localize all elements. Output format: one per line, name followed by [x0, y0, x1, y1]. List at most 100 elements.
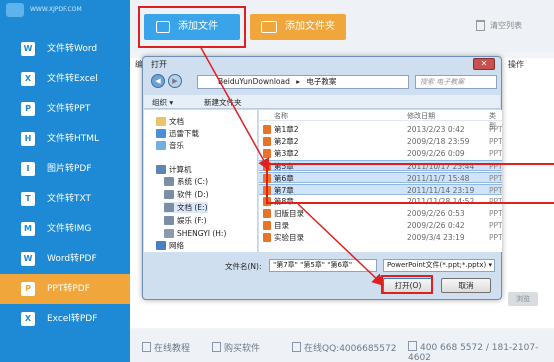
sidebar-item[interactable]: P PPT转PDF [0, 274, 130, 304]
nav-item-label: 文档 [169, 117, 184, 126]
brand-url: WWW.XJPDF.COM [30, 6, 82, 13]
clear-list-button[interactable]: 清空列表 [476, 20, 522, 31]
sidebar-item[interactable]: P 文件转PPT [0, 94, 130, 124]
powerpoint-file-icon [263, 149, 271, 158]
qq-icon [292, 342, 301, 352]
back-button[interactable]: ◀ [151, 74, 165, 88]
file-row[interactable]: 第1章2 2013/2/23 0:42 PPT [259, 124, 502, 135]
sidebar-item-label: 文件转TXT [47, 194, 92, 204]
sidebar-item[interactable]: I 图片转PDF [0, 154, 130, 184]
file-date: 2013/2/23 0:42 [407, 125, 465, 134]
file-type: PPT [489, 149, 502, 158]
powerpoint-file-icon [263, 125, 271, 134]
nav-item-label: 软件 (D:) [177, 190, 209, 199]
file-name: 第2章2 [274, 137, 299, 146]
sidebar-item-label: 文件转Word [47, 44, 98, 54]
sidebar-item[interactable]: X 文件转Excel [0, 64, 130, 94]
column-date[interactable]: 修改日期 [407, 111, 435, 121]
nav-item[interactable]: 网络 [156, 240, 184, 251]
nav-item[interactable]: 娱乐 (F:) [164, 215, 207, 226]
file-row[interactable]: 目录 2009/2/26 0:42 PPT [259, 220, 502, 231]
sidebar-item[interactable]: X Excel转PDF [0, 304, 130, 334]
nav-item[interactable]: 计算机 [156, 164, 192, 175]
file-list-header: 名称 修改日期 类型 [259, 110, 502, 130]
path-segment[interactable]: 电子教案 [306, 77, 336, 86]
nav-item-label: 计算机 [169, 165, 192, 174]
path-segment[interactable]: BeiduYunDownload [218, 77, 290, 86]
sidebar-item[interactable]: M 文件转IMG [0, 214, 130, 244]
sidebar-item[interactable]: T 文件转TXT [0, 184, 130, 214]
search-input[interactable]: 搜索 电子教案 [415, 75, 497, 89]
dialog-close-button[interactable]: ✕ [473, 58, 495, 70]
folder-icon [261, 21, 277, 33]
file-type-select[interactable]: PowerPoint文件(*.ppt;*.pptx) ▾ [383, 259, 495, 272]
tutorial-link[interactable]: 在线教程 [142, 341, 190, 354]
sidebar-item-label: 文件转IMG [47, 224, 92, 234]
nav-item[interactable]: 文档 [156, 116, 184, 127]
file-row[interactable]: 第3章2 2009/2/26 0:09 PPT [259, 148, 502, 159]
sidebar-item[interactable]: W 文件转Word [0, 34, 130, 64]
buy-link[interactable]: 购买软件 [212, 341, 260, 354]
document-type-icon: H [21, 132, 35, 146]
file-row[interactable]: 旧版目录 2009/2/26 0:53 PPT [259, 208, 502, 219]
download-icon [156, 129, 166, 138]
new-folder-button[interactable]: 新建文件夹 [204, 97, 242, 108]
nav-item-label: 音乐 [169, 141, 184, 150]
dialog-toolbar: 组织 ▾ 新建文件夹 [144, 95, 500, 109]
nav-item[interactable]: SHENGYI (H:) [164, 228, 226, 239]
organize-menu[interactable]: 组织 ▾ [152, 97, 173, 108]
computer-icon [156, 165, 166, 174]
file-type: PPT [489, 221, 502, 230]
nav-item-label: 文档 (E:) [177, 203, 208, 212]
sidebar: WWW.XJPDF.COM W 文件转Word X 文件转Excel P 文件转PPT H 文… [0, 0, 130, 362]
selected-files-highlight [266, 163, 554, 204]
sidebar-item-label: 文件转Excel [47, 74, 98, 84]
phone-icon [408, 341, 417, 351]
file-row[interactable]: 实验目录 2009/3/4 23:19 PPT [259, 232, 502, 243]
nav-item[interactable]: 系统 (C:) [164, 176, 208, 187]
drive-icon [164, 190, 174, 199]
nav-item-label: 迅雷下载 [169, 129, 199, 138]
browse-button[interactable]: 浏览 [508, 292, 538, 306]
sidebar-item-label: 文件转HTML [47, 134, 100, 144]
sidebar-item[interactable]: W Word转PDF [0, 244, 130, 274]
document-type-icon: P [21, 102, 35, 116]
file-name: 旧版目录 [274, 209, 304, 218]
cancel-button[interactable]: 取消 [441, 278, 491, 293]
usb-drive-icon [164, 229, 174, 238]
document-type-icon: T [21, 192, 35, 206]
sidebar-item-label: Word转PDF [47, 254, 97, 264]
file-name: 目录 [274, 221, 289, 230]
nav-item[interactable]: 文档 (E:) [164, 202, 208, 213]
footer: 在线教程 购买软件 在线QQ:4006685572 400 668 5572 /… [130, 330, 554, 362]
document-type-icon: M [21, 222, 35, 236]
sidebar-item-label: 文件转PPT [47, 104, 91, 114]
sidebar-item-label: 图片转PDF [47, 164, 92, 174]
forward-button[interactable]: ▶ [168, 74, 182, 88]
document-type-icon: W [21, 252, 35, 266]
filename-input[interactable]: "第7章" "第5章" "第6章" [269, 259, 377, 272]
open-button-highlight [381, 275, 433, 294]
add-folder-button[interactable]: 添加文件夹 [250, 14, 346, 40]
nav-item-label: 系统 (C:) [177, 177, 208, 186]
nav-item[interactable]: 音乐 [156, 140, 184, 151]
sidebar-item-label: PPT转PDF [47, 284, 90, 294]
document-type-icon: X [21, 312, 35, 326]
logo-icon [6, 3, 24, 17]
qq-contact[interactable]: 在线QQ:4006685572 [292, 341, 396, 354]
file-name: 第3章2 [274, 149, 299, 158]
column-name[interactable]: 名称 [274, 111, 288, 121]
file-type: PPT [489, 233, 502, 242]
column-header-actions: 操作 [508, 60, 524, 69]
file-date: 2009/2/26 0:42 [407, 221, 465, 230]
nav-item-label: 娱乐 (F:) [177, 216, 207, 225]
powerpoint-file-icon [263, 233, 271, 242]
sidebar-item[interactable]: H 文件转HTML [0, 124, 130, 154]
file-type: PPT [489, 209, 502, 218]
nav-item[interactable]: 迅雷下载 [156, 128, 199, 139]
phone-contact: 400 668 5572 / 181-2107-4602 [408, 341, 539, 362]
add-file-highlight [138, 6, 246, 48]
nav-item[interactable]: 软件 (D:) [164, 189, 209, 200]
address-bar[interactable]: BeiduYunDownload ▸ 电子教案 [197, 75, 409, 89]
file-row[interactable]: 第2章2 2009/2/18 23:59 PPT [259, 136, 502, 147]
